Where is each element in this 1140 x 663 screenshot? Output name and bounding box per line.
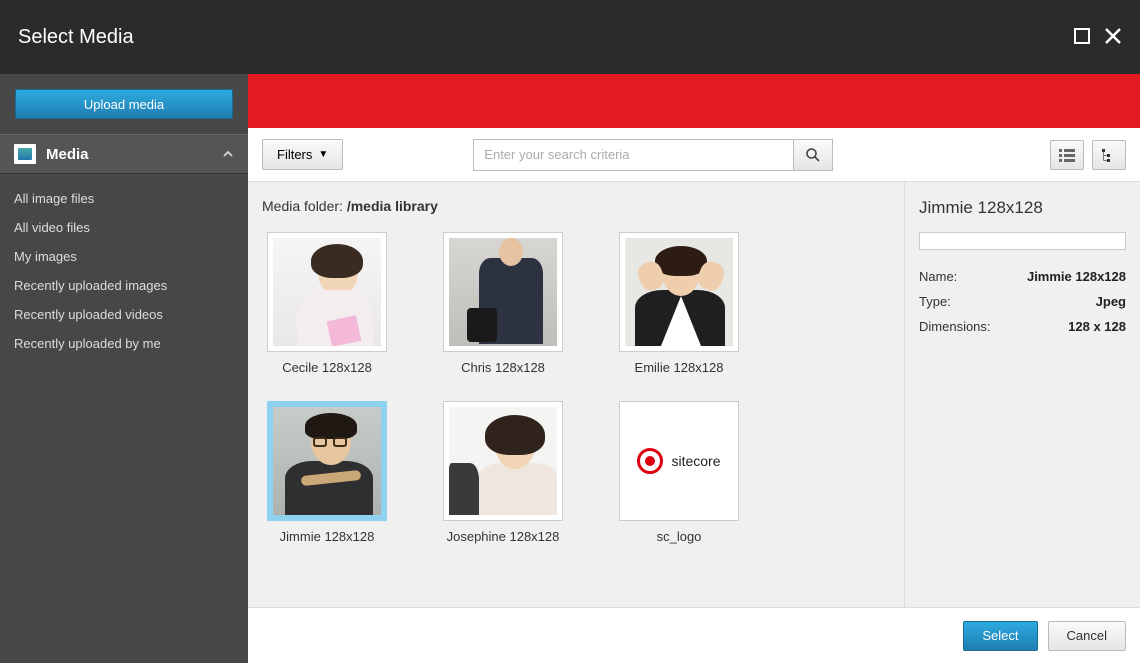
media-item[interactable]: Chris 128x128 [438,232,568,375]
meta-value: Jpeg [1096,294,1126,309]
media-icon [14,144,36,164]
body: Upload media Media All image files All v… [0,74,1140,663]
meta-row: Name: Jimmie 128x128 [919,264,1126,289]
sidebar-section-header[interactable]: Media [0,134,248,174]
thumb-frame [619,232,739,352]
thumb-frame [267,401,387,521]
sidebar-section-label: Media [46,146,212,163]
brand-bar [248,74,1140,128]
select-button[interactable]: Select [963,621,1037,651]
sidebar-item-my-images[interactable]: My images [0,242,248,271]
search-input[interactable] [473,139,793,171]
sidebar-filter-list: All image files All video files My image… [0,174,248,368]
thumb-image [449,238,557,346]
media-grid: Cecile 128x128 Chris 128x128 [262,232,890,544]
upload-wrap: Upload media [0,74,248,134]
media-item[interactable]: Jimmie 128x128 [262,401,392,544]
list-view-button[interactable] [1050,140,1084,170]
thumb-image [449,407,557,515]
meta-key: Name: [919,269,957,284]
thumb-label: Jimmie 128x128 [262,529,392,544]
window-controls [1074,27,1122,48]
thumb-label: Emilie 128x128 [614,360,744,375]
titlebar: Select Media [0,0,1140,74]
main: Filters ▼ [248,74,1140,663]
search-icon [805,147,821,163]
sidebar-item-all-image-files[interactable]: All image files [0,184,248,213]
meta-row: Type: Jpeg [919,289,1126,314]
thumb-frame [267,232,387,352]
filters-button[interactable]: Filters ▼ [262,139,343,170]
upload-media-button[interactable]: Upload media [15,89,233,119]
app-root: Select Media Upload media Media All imag… [0,0,1140,663]
sidebar: Upload media Media All image files All v… [0,74,248,663]
breadcrumb: Media folder: /media library [262,198,890,214]
toolbar: Filters ▼ [248,128,1140,182]
thumb-frame [443,232,563,352]
search-wrap [473,139,833,171]
thumb-label: sc_logo [614,529,744,544]
thumb-image [273,407,381,515]
footer: Select Cancel [248,607,1140,663]
details-title: Jimmie 128x128 [919,198,1126,218]
gallery-pane: Media folder: /media library [248,182,905,607]
sidebar-item-recently-uploaded-by-me[interactable]: Recently uploaded by me [0,329,248,358]
close-icon[interactable] [1104,27,1122,48]
media-item[interactable]: Cecile 128x128 [262,232,392,375]
details-pane: Jimmie 128x128 Name: Jimmie [905,182,1140,607]
media-item[interactable]: Emilie 128x128 [614,232,744,375]
chevron-up-icon [222,148,234,160]
thumb-image: sitecore [625,407,733,515]
thumb-image [625,238,733,346]
thumb-image [273,238,381,346]
preview-frame [919,232,1126,250]
maximize-icon[interactable] [1074,28,1090,47]
content: Media folder: /media library [248,182,1140,607]
tree-view-button[interactable] [1092,140,1126,170]
sidebar-item-all-video-files[interactable]: All video files [0,213,248,242]
logo-text: sitecore [671,453,720,469]
thumb-label: Chris 128x128 [438,360,568,375]
cancel-button[interactable]: Cancel [1048,621,1126,651]
thumb-label: Josephine 128x128 [438,529,568,544]
meta-value: 128 x 128 [1068,319,1126,334]
filters-button-label: Filters [277,147,312,162]
folder-prefix: Media folder: [262,198,347,214]
meta-key: Dimensions: [919,319,991,334]
meta-key: Type: [919,294,951,309]
thumb-frame [443,401,563,521]
media-item[interactable]: Josephine 128x128 [438,401,568,544]
tree-view-icon [1101,148,1117,162]
sidebar-item-recently-uploaded-images[interactable]: Recently uploaded images [0,271,248,300]
folder-path: /media library [347,198,438,214]
search-button[interactable] [793,139,833,171]
list-view-icon [1059,148,1075,162]
dialog-title: Select Media [18,26,134,49]
media-item[interactable]: sitecore sc_logo [614,401,744,544]
sidebar-item-recently-uploaded-videos[interactable]: Recently uploaded videos [0,300,248,329]
chevron-down-icon: ▼ [318,149,328,160]
meta-value: Jimmie 128x128 [1027,269,1126,284]
sitecore-logo-icon [637,448,663,474]
thumb-label: Cecile 128x128 [262,360,392,375]
thumb-frame: sitecore [619,401,739,521]
view-toggle [1050,140,1126,170]
meta-row: Dimensions: 128 x 128 [919,314,1126,339]
